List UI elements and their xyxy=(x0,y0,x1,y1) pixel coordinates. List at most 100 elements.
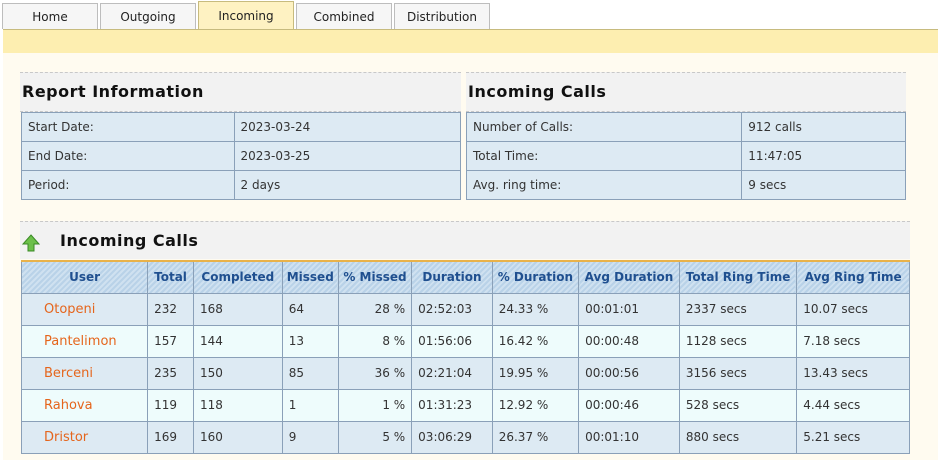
missed-cell: 9 xyxy=(281,420,339,454)
col-header-missed[interactable]: Missed xyxy=(281,260,339,294)
avg-ring-cell: 13.43 secs xyxy=(796,356,910,390)
total-cell: 232 xyxy=(147,292,194,326)
info-label: Start Date: xyxy=(21,112,235,142)
completed-cell: 144 xyxy=(192,324,283,358)
info-row: Number of Calls: 912 calls xyxy=(465,112,906,142)
total-ring-cell: 528 secs xyxy=(678,388,798,422)
user-link[interactable]: Otopeni xyxy=(28,302,95,317)
info-label: Total Time: xyxy=(465,141,743,171)
incoming-calls-table: User Total Completed Missed % Missed Dur… xyxy=(20,260,910,454)
col-header-pct-missed[interactable]: % Missed xyxy=(337,260,413,294)
total-cell: 169 xyxy=(147,420,194,454)
col-header-total[interactable]: Total xyxy=(147,260,194,294)
completed-cell: 150 xyxy=(192,356,283,390)
total-ring-cell: 3156 secs xyxy=(678,356,798,390)
total-ring-cell: 1128 secs xyxy=(678,324,798,358)
table-row: Berceni 235 150 85 36 % 02:21:04 19.95 %… xyxy=(20,356,910,390)
table-row: Pantelimon 157 144 13 8 % 01:56:06 16.42… xyxy=(20,324,910,358)
user-cell: Dristor xyxy=(20,420,149,454)
user-link[interactable]: Rahova xyxy=(28,398,93,413)
avg-duration-cell: 00:00:56 xyxy=(578,356,680,390)
duration-cell: 01:31:23 xyxy=(411,388,493,422)
duration-cell: 02:52:03 xyxy=(411,292,493,326)
user-cell: Otopeni xyxy=(20,292,149,326)
pct-duration-cell: 24.33 % xyxy=(491,292,580,326)
col-header-user[interactable]: User xyxy=(20,260,149,294)
pct-duration-cell: 19.95 % xyxy=(491,356,580,390)
col-header-pct-duration[interactable]: % Duration xyxy=(491,260,580,294)
info-label: Number of Calls: xyxy=(465,112,743,142)
incoming-summary-table: Number of Calls: 912 calls Total Time: 1… xyxy=(465,112,906,200)
avg-duration-cell: 00:01:01 xyxy=(578,292,680,326)
user-link[interactable]: Berceni xyxy=(28,366,93,381)
pct-duration-cell: 16.42 % xyxy=(491,324,580,358)
avg-ring-cell: 5.21 secs xyxy=(796,420,910,454)
info-value: 912 calls xyxy=(741,112,906,142)
table-row: Rahova 119 118 1 1 % 01:31:23 12.92 % 00… xyxy=(20,388,910,422)
total-cell: 157 xyxy=(147,324,194,358)
missed-cell: 13 xyxy=(281,324,339,358)
avg-duration-cell: 00:00:48 xyxy=(578,324,680,358)
pct-missed-cell: 36 % xyxy=(337,356,413,390)
pct-missed-cell: 1 % xyxy=(337,388,413,422)
tab-distribution[interactable]: Distribution xyxy=(394,3,490,29)
user-link[interactable]: Pantelimon xyxy=(28,334,117,349)
tab-incoming[interactable]: Incoming xyxy=(198,1,294,31)
col-header-completed[interactable]: Completed xyxy=(192,260,283,294)
missed-cell: 1 xyxy=(281,388,339,422)
avg-duration-cell: 00:01:10 xyxy=(578,420,680,454)
tab-outgoing[interactable]: Outgoing xyxy=(100,3,196,29)
user-link[interactable]: Dristor xyxy=(28,430,88,445)
completed-cell: 160 xyxy=(192,420,283,454)
info-value: 9 secs xyxy=(741,170,906,200)
pct-duration-cell: 12.92 % xyxy=(491,388,580,422)
avg-ring-cell: 10.07 secs xyxy=(796,292,910,326)
total-cell: 235 xyxy=(147,356,194,390)
info-label: Avg. ring time: xyxy=(465,170,743,200)
completed-cell: 168 xyxy=(192,292,283,326)
missed-cell: 85 xyxy=(281,356,339,390)
info-row: Period: 2 days xyxy=(21,170,462,200)
col-header-duration[interactable]: Duration xyxy=(411,260,493,294)
pct-duration-cell: 26.37 % xyxy=(491,420,580,454)
duration-cell: 01:56:06 xyxy=(411,324,493,358)
avg-ring-cell: 7.18 secs xyxy=(796,324,910,358)
col-header-total-ring-time[interactable]: Total Ring Time xyxy=(678,260,798,294)
tab-home[interactable]: Home xyxy=(2,3,98,29)
table-row: Otopeni 232 168 64 28 % 02:52:03 24.33 %… xyxy=(20,292,910,326)
tab-combined[interactable]: Combined xyxy=(296,3,392,29)
user-cell: Pantelimon xyxy=(20,324,149,358)
info-label: End Date: xyxy=(21,141,235,171)
info-value: 11:47:05 xyxy=(741,141,906,171)
report-info-title: Report Information xyxy=(20,72,461,112)
incoming-summary-title: Incoming Calls xyxy=(466,72,906,112)
info-value: 2 days xyxy=(233,170,462,200)
collapse-up-arrow-icon[interactable] xyxy=(22,234,40,252)
pct-missed-cell: 5 % xyxy=(337,420,413,454)
info-row: Total Time: 11:47:05 xyxy=(465,141,906,171)
tab-bar: Home Outgoing Incoming Combined Distribu… xyxy=(0,0,941,31)
completed-cell: 118 xyxy=(192,388,283,422)
total-cell: 119 xyxy=(147,388,194,422)
pct-missed-cell: 8 % xyxy=(337,324,413,358)
report-info-table: Start Date: 2023-03-24 End Date: 2023-03… xyxy=(21,112,462,200)
info-value: 2023-03-25 xyxy=(233,141,462,171)
total-ring-cell: 2337 secs xyxy=(678,292,798,326)
info-row: Start Date: 2023-03-24 xyxy=(21,112,462,142)
avg-duration-cell: 00:00:46 xyxy=(578,388,680,422)
info-value: 2023-03-24 xyxy=(233,112,462,142)
duration-cell: 03:06:29 xyxy=(411,420,493,454)
pct-missed-cell: 28 % xyxy=(337,292,413,326)
tab-content-strip xyxy=(3,29,938,53)
total-ring-cell: 880 secs xyxy=(678,420,798,454)
avg-ring-cell: 4.44 secs xyxy=(796,388,910,422)
col-header-avg-ring-time[interactable]: Avg Ring Time xyxy=(796,260,910,294)
table-row: Dristor 169 160 9 5 % 03:06:29 26.37 % 0… xyxy=(20,420,910,454)
calls-section-header: Incoming Calls xyxy=(20,221,910,259)
user-cell: Berceni xyxy=(20,356,149,390)
info-row: Avg. ring time: 9 secs xyxy=(465,170,906,200)
info-label: Period: xyxy=(21,170,235,200)
col-header-avg-duration[interactable]: Avg Duration xyxy=(578,260,680,294)
info-row: End Date: 2023-03-25 xyxy=(21,141,462,171)
calls-section-title: Incoming Calls xyxy=(60,231,199,250)
